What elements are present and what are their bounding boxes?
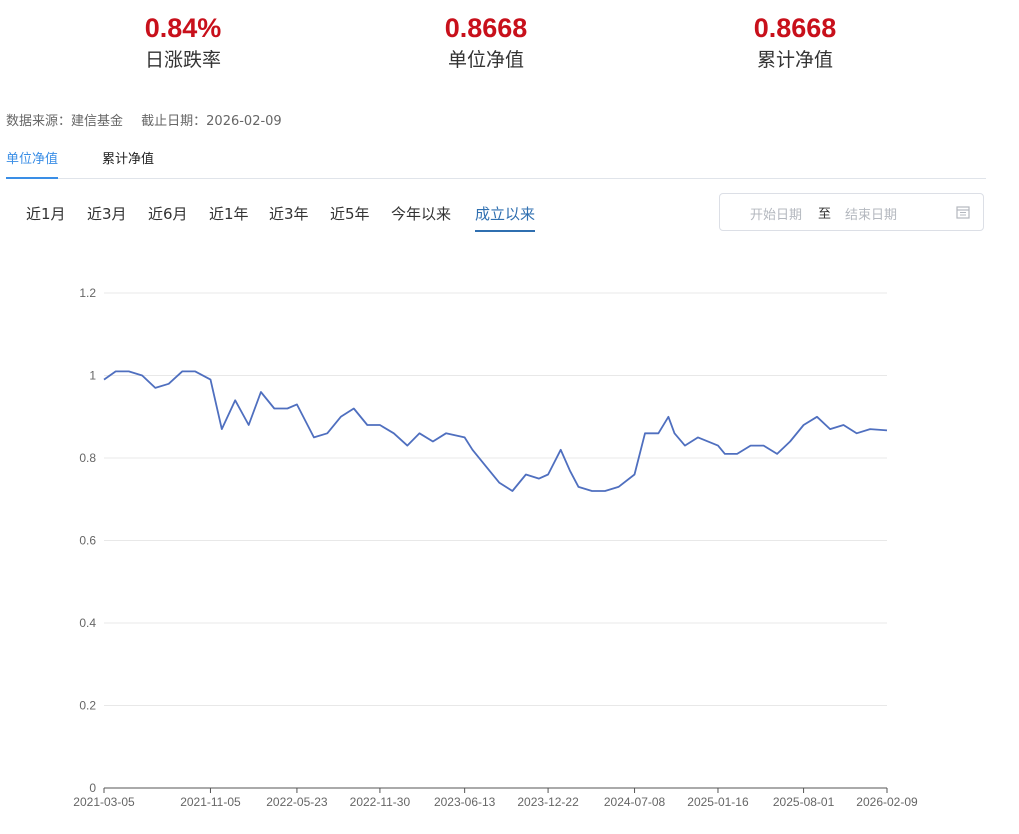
unit-nav-value: 0.8668 [444,13,528,43]
range-tab-ytd[interactable]: 今年以来 [391,202,451,232]
data-source-text: 数据来源：建信基金 [6,114,124,129]
chart-gridlines [104,292,887,706]
cumulative-nav-stat: 0.8668 累计净值 [675,12,915,74]
unit-nav-stat: 0.8668 单位净值 [366,12,606,74]
chart-series [103,370,888,492]
y-tick-label: 1.2 [79,286,96,300]
end-date-input[interactable]: 结束日期 [845,204,897,223]
x-tick-label: 2023-12-22 [517,795,579,809]
x-tick-label: 2021-11-05 [180,795,241,809]
date-range-separator: 至 [818,207,832,222]
y-tick-label: 0.6 [79,534,96,548]
y-tick-label: 0.4 [79,616,96,630]
daily-change-value: 0.84% [144,13,222,43]
tab-unit-nav[interactable]: 单位净值 [6,150,59,179]
nav-type-tabs: 单位净值 累计净值 [6,148,986,179]
tab-cumulative-nav[interactable]: 累计净值 [102,150,154,177]
cumulative-nav-value: 0.8668 [753,13,837,43]
y-tick-label: 1 [89,369,96,383]
date-range-picker[interactable]: 开始日期 至 结束日期 [719,193,984,231]
y-tick-label: 0 [89,781,96,795]
y-tick-label: 0.8 [79,451,96,465]
y-tick-label: 0.2 [79,699,96,713]
daily-change-label: 日涨跌率 [144,49,221,71]
x-tick-label: 2025-01-16 [687,795,749,809]
x-tick-label: 2025-08-01 [773,795,835,809]
x-tick-label: 2024-07-08 [604,795,666,809]
cutoff-date-text: 截止日期：2026-02-09 [141,114,282,129]
range-tab-since-inception[interactable]: 成立以来 [475,202,536,232]
x-tick-label: 2022-11-30 [350,795,411,809]
start-date-input[interactable]: 开始日期 [750,204,802,223]
data-source-line: 数据来源：建信基金 截止日期：2026-02-09 [6,110,296,129]
cumulative-nav-label: 累计净值 [756,49,833,71]
calendar-icon[interactable] [956,205,970,219]
x-tick-label: 2023-06-13 [434,795,496,809]
y-axis-ticks: 0 0.2 0.4 0.6 0.8 1 1.2 [79,286,96,795]
x-axis: 2021-03-05 2021-11-05 2022-05-23 2022-11-30… [73,787,918,809]
range-tab-6m[interactable]: 近6月 [148,202,188,232]
x-tick-label: 2021-03-05 [73,795,135,809]
range-tab-5y[interactable]: 近5年 [330,202,370,232]
range-tab-3y[interactable]: 近3年 [269,202,309,232]
range-tab-3m[interactable]: 近3月 [87,202,127,232]
x-tick-label: 2026-02-09 [856,795,918,809]
daily-change-stat: 0.84% 日涨跌率 [63,12,303,74]
range-tab-1y[interactable]: 近1年 [209,202,249,232]
series-line-0 [103,370,888,492]
nav-line-chart: 00.20.40.60.811.2 2021-03-05 2021-11-05 20… [73,286,918,809]
range-tab-1m[interactable]: 近1月 [26,202,66,232]
x-tick-label: 2022-05-23 [266,795,328,809]
unit-nav-label: 单位净值 [447,49,524,71]
